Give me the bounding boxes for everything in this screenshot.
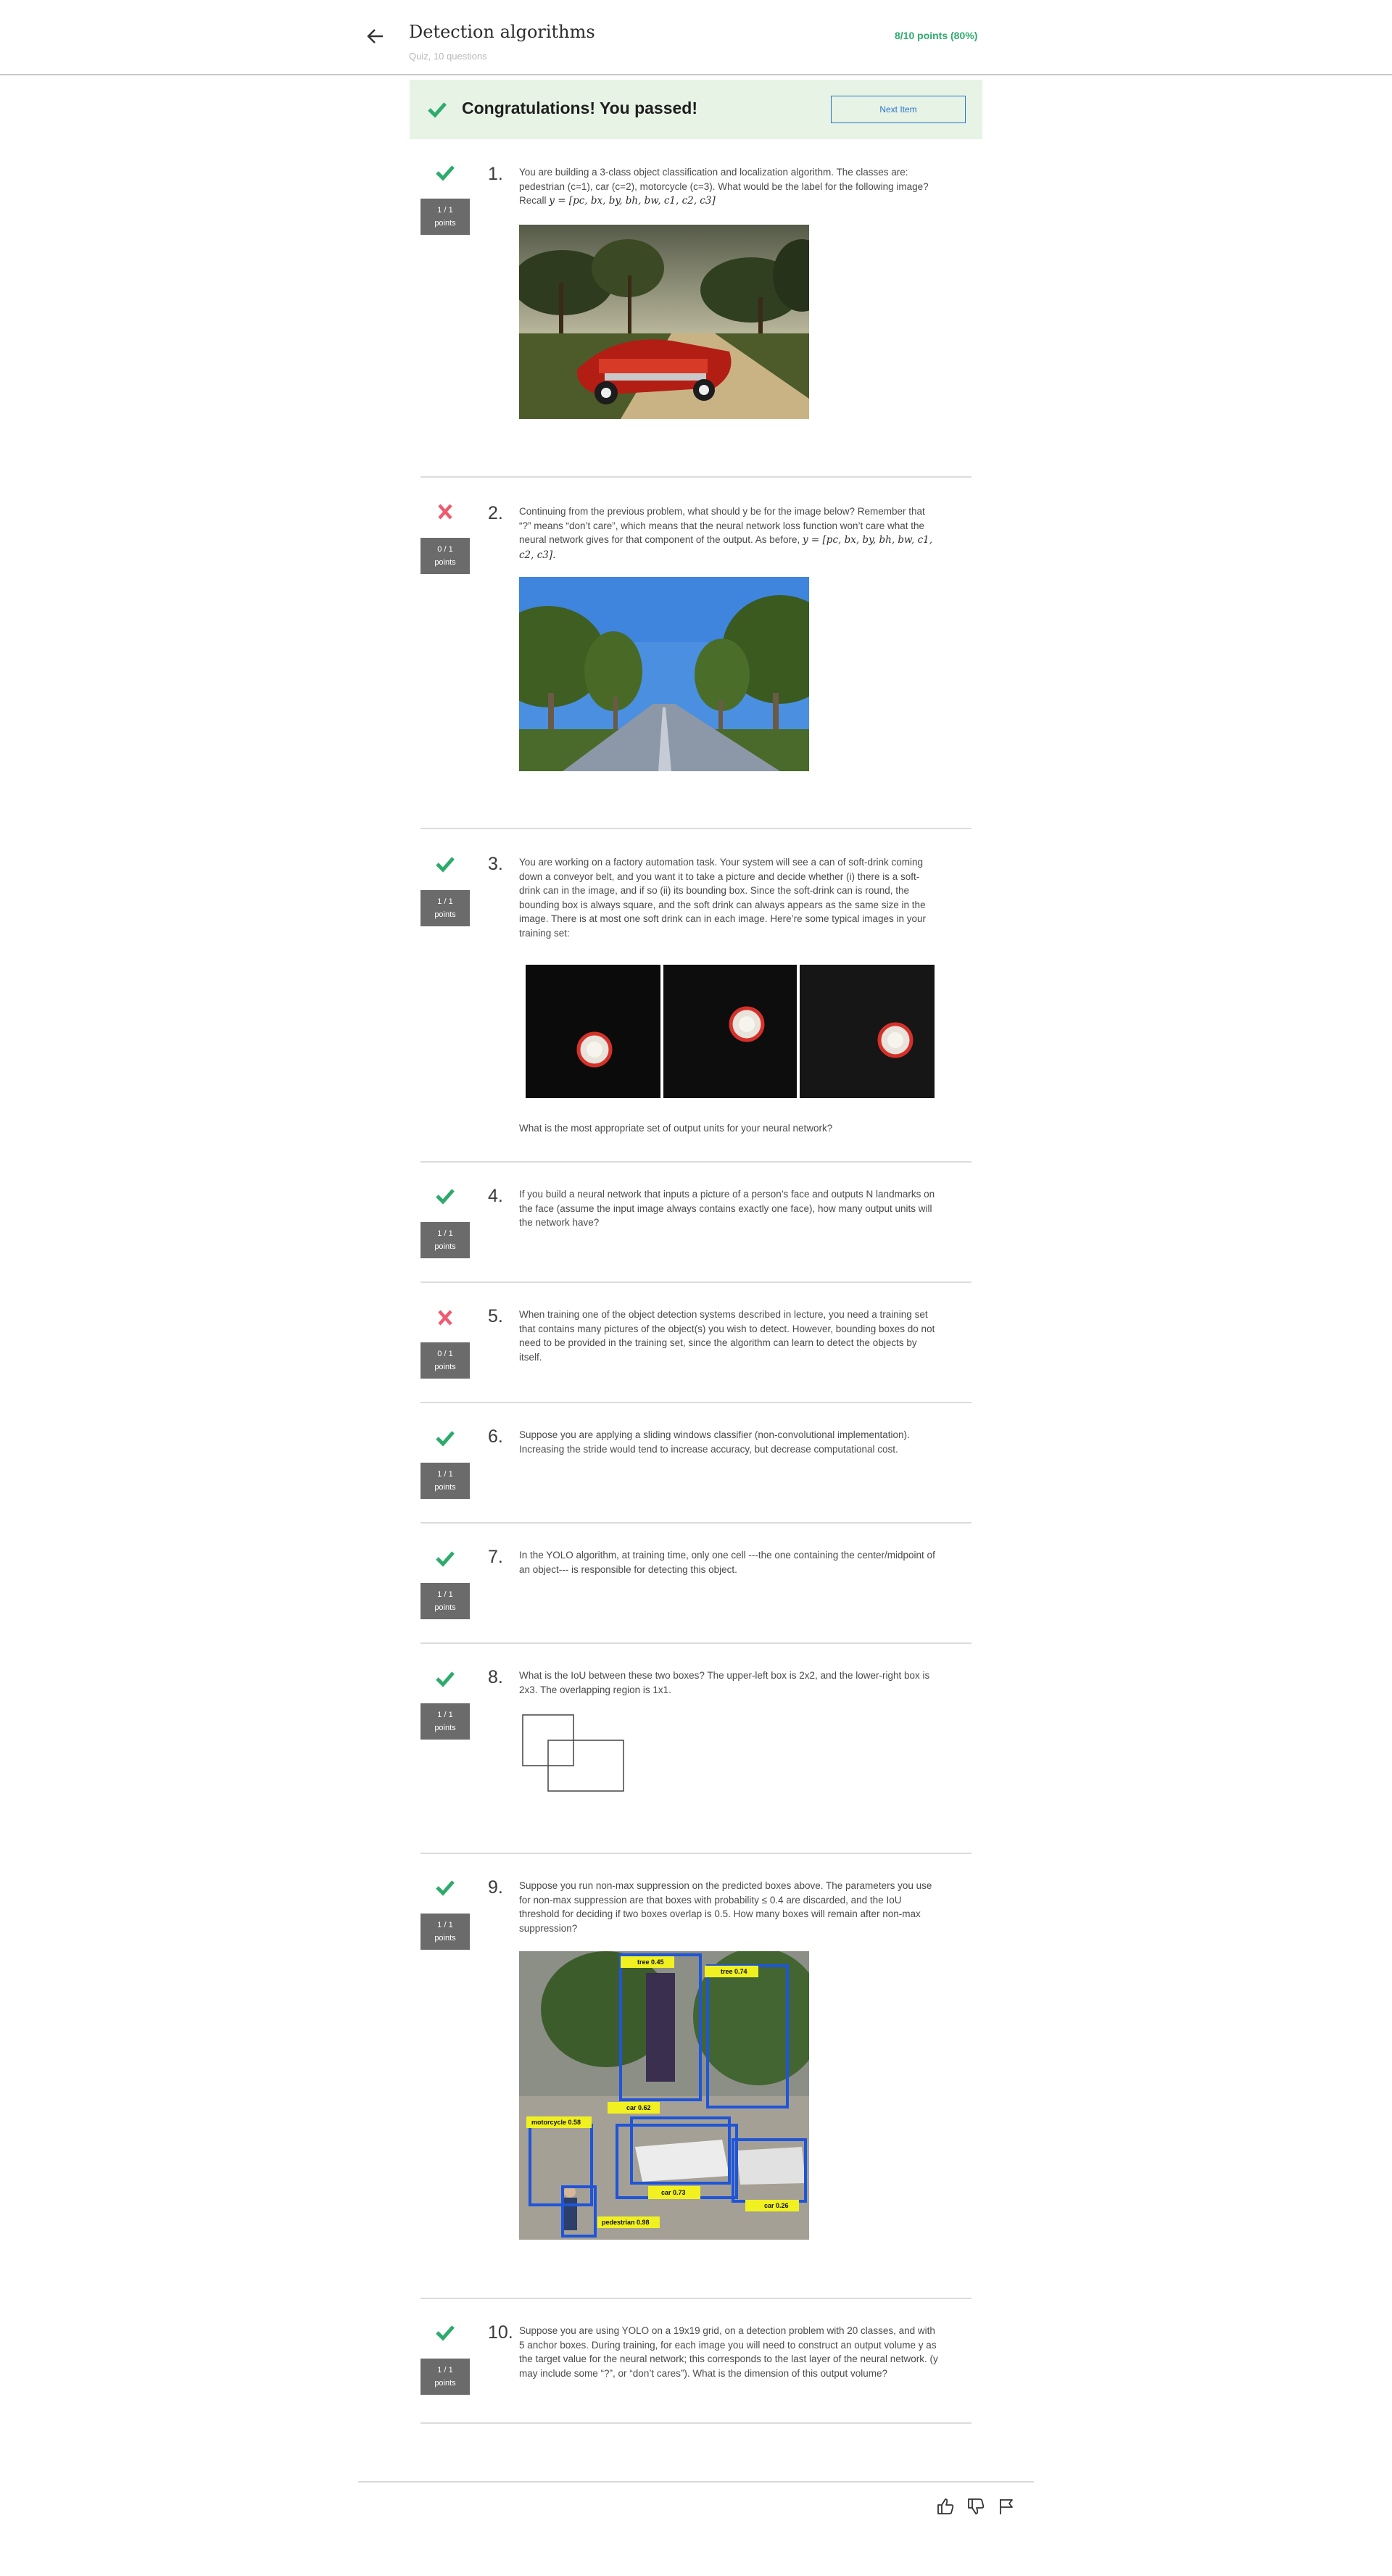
points-badge: 1 / 1 points: [420, 1463, 470, 1499]
question-number: 10.: [488, 2322, 513, 2343]
question-number: 4.: [488, 1186, 503, 1206]
check-icon: [436, 1551, 455, 1567]
iou-boxes-diagram: [522, 1714, 624, 1792]
question-divider: [420, 1281, 972, 1283]
points-badge: 1 / 1 points: [420, 890, 470, 926]
question-text: You are working on a factory automation …: [519, 857, 927, 939]
question-divider: [420, 828, 972, 829]
check-icon: [436, 2325, 455, 2341]
check-icon: [436, 165, 455, 181]
question-number: 9.: [488, 1877, 503, 1898]
question-number: 6.: [488, 1426, 503, 1447]
question-number: 1.: [488, 164, 503, 184]
detection-label: pedestrian 0.98: [602, 2219, 650, 2226]
points-badge: 1 / 1 points: [420, 1914, 470, 1950]
page-title: Detection algorithms: [409, 22, 595, 42]
detection-label: motorcycle 0.58: [531, 2119, 581, 2126]
vintage-car-image: [519, 225, 809, 419]
check-icon: [436, 857, 455, 873]
check-icon: [436, 1880, 455, 1896]
points-badge: 1 / 1 points: [420, 199, 470, 235]
question-number: 3.: [488, 854, 503, 874]
pass-message: Congratulations! You passed!: [462, 99, 698, 117]
question-text: Suppose you run non-max suppression on t…: [519, 1880, 932, 1934]
question-divider: [420, 476, 972, 478]
question-text: You are building a 3-class object classi…: [519, 167, 929, 207]
question-divider: [420, 2298, 972, 2299]
flag-icon[interactable]: [996, 2496, 1016, 2517]
footer-divider: [358, 2481, 1034, 2482]
check-icon: [436, 1431, 455, 1447]
thumbs-down-icon[interactable]: [966, 2496, 986, 2517]
pass-banner: Congratulations! You passed! Next Item: [410, 80, 982, 139]
thumbs-up-icon[interactable]: [935, 2496, 956, 2517]
quiz-score: 8/10 points (80%): [895, 30, 978, 41]
question-followup: What is the most appropriate set of outp…: [519, 1123, 833, 1134]
points-badge: 0 / 1 points: [420, 538, 470, 574]
detection-label: car 0.26: [764, 2202, 789, 2209]
page-header: Detection algorithms Quiz, 10 questions …: [0, 0, 1392, 75]
question-text: When training one of the object detectio…: [519, 1309, 935, 1363]
question-number: 2.: [488, 503, 503, 523]
question-divider: [420, 1522, 972, 1524]
cross-icon: [438, 504, 452, 520]
question-number: 8.: [488, 1667, 503, 1687]
check-icon: [436, 1671, 455, 1687]
detection-label: tree 0.45: [637, 1958, 664, 1966]
detection-label: car 0.62: [626, 2104, 651, 2111]
question-divider: [420, 2422, 972, 2424]
question-text: What is the IoU between these two boxes?…: [519, 1670, 930, 1695]
check-icon: [436, 1189, 455, 1205]
detection-label: car 0.73: [661, 2189, 686, 2196]
cross-icon: [438, 1310, 452, 1326]
question-text: If you build a neural network that input…: [519, 1189, 935, 1228]
detection-label: tree 0.74: [721, 1968, 747, 1975]
question-text: Continuing from the previous problem, wh…: [519, 506, 933, 561]
soft-drink-images: [526, 965, 935, 1098]
question-number: 7.: [488, 1547, 503, 1567]
points-badge: 1 / 1 points: [420, 1583, 470, 1619]
question-divider: [420, 1402, 972, 1403]
check-icon: [428, 102, 447, 118]
question-text: Suppose you are using YOLO on a 19x19 gr…: [519, 2325, 938, 2379]
question-divider: [420, 1642, 972, 1644]
question-number: 5.: [488, 1306, 503, 1326]
question-text: Suppose you are applying a sliding windo…: [519, 1429, 910, 1455]
question-divider: [420, 1853, 972, 1854]
points-badge: 1 / 1 points: [420, 2359, 470, 2395]
nms-detection-image: tree 0.45 tree 0.74 car 0.62 motorcycle …: [519, 1951, 809, 2240]
tree-road-image: [519, 577, 809, 771]
points-badge: 1 / 1 points: [420, 1703, 470, 1740]
points-badge: 1 / 1 points: [420, 1222, 470, 1258]
points-badge: 0 / 1 points: [420, 1342, 470, 1379]
back-arrow-icon[interactable]: [364, 25, 387, 48]
question-divider: [420, 1161, 972, 1163]
question-text: In the YOLO algorithm, at training time,…: [519, 1550, 935, 1575]
label-formula: y = [pc, bx, by, bh, bw, c1, c2, c3]: [549, 195, 716, 207]
page-subtitle: Quiz, 10 questions: [409, 51, 487, 62]
next-item-button[interactable]: Next Item: [831, 96, 966, 123]
